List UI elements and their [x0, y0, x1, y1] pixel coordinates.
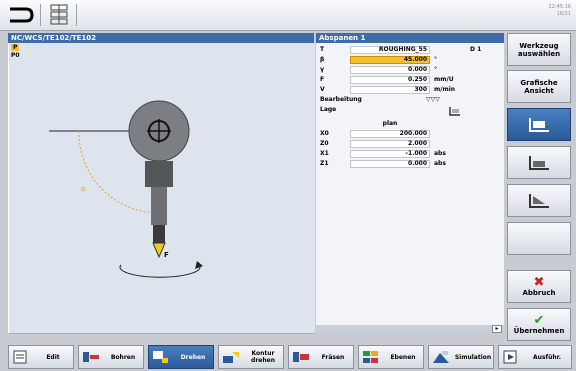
turning-diagram: α F	[49, 100, 203, 278]
param-row-tool[interactable]: T ROUGHING_55 D 1	[316, 46, 504, 54]
simulation-icon	[433, 351, 449, 363]
tool-holder	[145, 161, 173, 187]
param-row-speed[interactable]: V 300 m/min	[316, 86, 504, 94]
toolbar-separator	[40, 4, 41, 26]
param-row-beta[interactable]: β 45.000 °	[316, 56, 504, 64]
x1-field: -1.000	[350, 150, 430, 158]
turning-softkey[interactable]: Drehen	[148, 345, 214, 369]
contour-turning-icon	[223, 352, 239, 363]
z0-field: 2.000	[350, 140, 430, 148]
drilling-icon	[83, 352, 99, 362]
horizontal-scrollbar[interactable]	[316, 325, 504, 333]
param-row-z1[interactable]: Z1 0.000 abs	[316, 160, 504, 168]
param-row-position[interactable]: Lage	[316, 106, 504, 116]
speed-field: 300	[350, 86, 430, 94]
position-option-3-button[interactable]	[507, 184, 571, 217]
position-select-icon	[449, 107, 460, 116]
top-bar: 22:45:16 16/21	[0, 0, 576, 31]
turning-icon	[153, 351, 168, 363]
feed-field: 0.250	[350, 76, 430, 84]
scroll-right-arrow-icon[interactable]: ▸	[492, 325, 502, 333]
clock: 22:45:16 16/21	[548, 4, 571, 17]
abort-button[interactable]: ✖ Abbruch	[507, 270, 571, 303]
edit-icon	[13, 350, 27, 364]
drilling-softkey[interactable]: Bohren	[78, 345, 144, 369]
position-1-icon	[529, 117, 549, 132]
mode-icon[interactable]	[8, 5, 34, 25]
planes-softkey[interactable]: Ebenen	[358, 345, 424, 369]
planes-icon	[363, 351, 378, 363]
parameter-panel: Abspanen 1 T ROUGHING_55 D 1 β 45.000 ° …	[316, 33, 504, 333]
abort-icon: ✖	[533, 274, 545, 290]
param-row-feed[interactable]: F 0.250 mm/U	[316, 76, 504, 84]
cycle-title: Abspanen 1	[316, 33, 504, 43]
execute-icon	[503, 350, 517, 364]
position-3-icon	[529, 193, 549, 208]
execute-softkey[interactable]: Ausführ.	[498, 345, 572, 369]
tool-insert-holder	[153, 225, 165, 243]
angle-label: α	[81, 185, 86, 193]
x0-field: 200.000	[350, 130, 430, 138]
param-row-z0[interactable]: Z0 2.000	[316, 140, 504, 148]
position-option-2-button[interactable]	[507, 146, 571, 179]
milling-softkey[interactable]: Fräsen	[288, 345, 354, 369]
gamma-field: 0.000	[350, 66, 430, 74]
rotation-arrow-icon	[119, 264, 201, 278]
channel-icon[interactable]	[48, 3, 70, 27]
empty-softkey[interactable]	[507, 222, 571, 255]
graphic-view-button[interactable]: Grafische Ansicht	[507, 70, 571, 103]
z1-field: 0.000	[350, 160, 430, 168]
contour-turning-softkey[interactable]: Kontur drehen	[218, 345, 284, 369]
param-row-x0[interactable]: X0 200.000	[316, 130, 504, 138]
tool-field: ROUGHING_55	[350, 46, 430, 54]
machining-select: ▽▽▽	[426, 96, 440, 103]
position-2-icon	[529, 155, 549, 170]
edit-softkey[interactable]: Edit	[8, 345, 74, 369]
param-row-plane[interactable]: plan	[316, 120, 504, 128]
beta-field: 45.000	[350, 56, 430, 64]
accept-button[interactable]: ✔ Übernehmen	[507, 308, 571, 341]
plane-select: plan	[382, 120, 398, 127]
select-tool-button[interactable]: Werkzeug auswählen	[507, 33, 571, 66]
milling-icon	[293, 352, 309, 362]
simulation-softkey[interactable]: Simulation	[428, 345, 494, 369]
param-row-machining[interactable]: Bearbeitung ▽▽▽	[316, 96, 504, 104]
position-option-1-button[interactable]	[507, 108, 571, 141]
accept-icon: ✔	[533, 312, 545, 328]
tool-shank	[151, 187, 167, 225]
program-path: NC/WCS/TE102/TE102	[8, 33, 314, 43]
param-row-x1[interactable]: X1 -1.000 abs	[316, 150, 504, 158]
toolbar-separator	[76, 4, 77, 26]
param-row-gamma[interactable]: γ 0.000 °	[316, 66, 504, 74]
tool-tip-label: F	[164, 251, 169, 259]
program-editor[interactable]: P P0 α F	[8, 43, 315, 334]
